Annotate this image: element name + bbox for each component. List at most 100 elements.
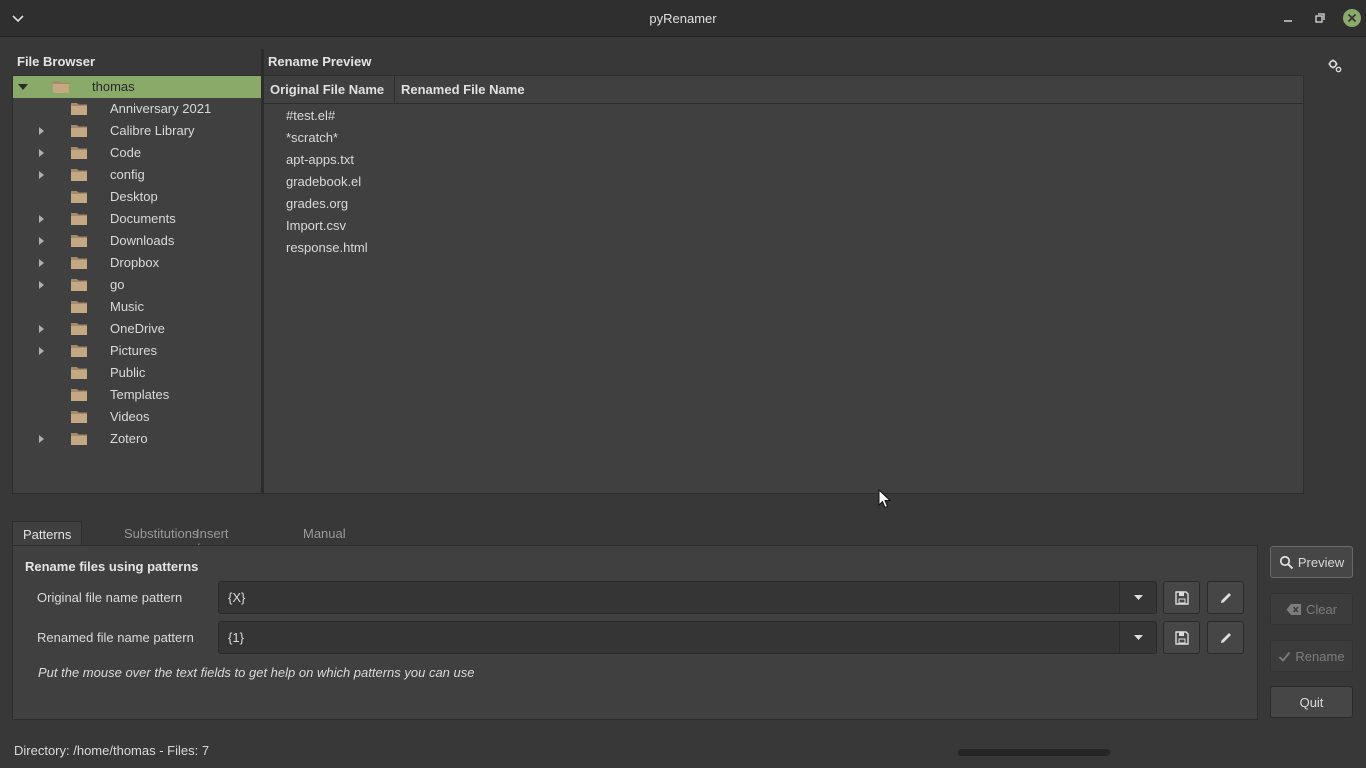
tree-item[interactable]: Zotero [13,428,261,450]
column-header-original[interactable]: Original File Name [264,76,395,104]
folder-icon [71,345,87,357]
rename-preview-heading: Rename Preview [268,54,372,69]
horizontal-scrollbar[interactable] [958,749,1110,756]
tree-item-label: Zotero [110,431,148,446]
caret-down-icon [1134,595,1143,600]
expander-right-icon[interactable] [35,213,47,225]
file-row[interactable]: grades.org [286,196,348,211]
tree-item[interactable]: Videos [13,406,261,428]
renamed-pattern-label: Renamed file name pattern [37,630,194,645]
file-row[interactable]: response.html [286,240,368,255]
tree-item[interactable]: Documents [13,208,261,230]
expander-right-icon[interactable] [35,147,47,159]
folder-icon [71,389,87,401]
rename-button[interactable]: Rename [1270,640,1353,672]
tree-item-label: Pictures [110,343,157,358]
edit-renamed-pattern-button[interactable] [1207,621,1244,654]
folder-icon [71,191,87,203]
folder-icon [71,433,87,445]
original-pattern-input[interactable]: {X} [228,590,245,605]
file-browser-heading: File Browser [17,54,96,69]
check-icon [1279,651,1291,662]
tree-item[interactable]: Music [13,296,261,318]
minimize-icon[interactable] [1279,9,1297,27]
original-pattern-dropdown[interactable] [1119,582,1156,613]
tree-item[interactable]: go [13,274,261,296]
close-icon [1347,13,1357,23]
tree-item-label: OneDrive [110,321,165,336]
renamed-pattern-input[interactable]: {1} [228,630,244,645]
close-button[interactable] [1343,9,1361,27]
save-icon [1175,591,1189,605]
folder-icon [71,103,87,115]
column-header-renamed[interactable]: Renamed File Name [395,76,1303,104]
file-row[interactable]: gradebook.el [286,174,361,189]
restore-icon[interactable] [1311,9,1329,27]
file-row[interactable]: Import.csv [286,218,346,233]
clear-button[interactable]: Clear [1270,593,1353,625]
rename-preview-list[interactable]: Original File Name Renamed File Name #te… [263,75,1304,494]
save-original-pattern-button[interactable] [1163,581,1200,614]
settings-icon[interactable] [1327,58,1343,74]
tree-item-label: Desktop [110,189,158,204]
tree-item[interactable]: thomas [13,76,261,98]
file-row[interactable]: #test.el# [286,108,335,123]
tree-item[interactable]: OneDrive [13,318,261,340]
tree-item[interactable]: Desktop [13,186,261,208]
tree-item[interactable]: Anniversary 2021 [13,98,261,120]
tree-item[interactable]: Downloads [13,230,261,252]
original-pattern-combo[interactable]: {X} [218,581,1157,614]
expander-right-icon[interactable] [35,235,47,247]
expander-right-icon[interactable] [35,433,47,445]
tree-item[interactable]: Public [13,362,261,384]
file-row[interactable]: *scratch* [286,130,338,145]
expander-down-icon[interactable] [17,81,29,93]
tree-item-label: Public [110,365,146,380]
backspace-icon [1286,603,1301,615]
tree-item[interactable]: config [13,164,261,186]
preview-button-label: Preview [1297,554,1345,570]
tree-item-label: go [110,277,125,292]
tree-item-label: Documents [110,211,176,226]
folder-icon [71,411,87,423]
file-browser-tree[interactable]: thomas Anniversary 2021 Calibre Library Cod… [12,75,262,494]
expander-right-icon[interactable] [35,345,47,357]
tree-item[interactable]: Pictures [13,340,261,362]
save-renamed-pattern-button[interactable] [1163,621,1200,654]
pattern-hint: Put the mouse over the text fields to ge… [38,665,475,680]
tree-item-label: config [110,167,145,182]
folder-icon [71,301,87,313]
tab-manual-rename[interactable]: Manual rename [293,521,357,556]
renamed-pattern-combo[interactable]: {1} [218,621,1157,654]
tree-item-label: thomas [92,79,135,94]
quit-button[interactable]: Quit [1270,686,1353,718]
renamed-pattern-dropdown[interactable] [1119,622,1156,653]
save-icon [1175,631,1189,645]
edit-original-pattern-button[interactable] [1207,581,1244,614]
tree-item[interactable]: Templates [13,384,261,406]
rename-button-label: Rename [1295,648,1345,664]
folder-icon [71,257,87,269]
clear-button-label: Clear [1305,601,1338,617]
tree-item-label: Templates [110,387,170,402]
tree-item[interactable]: Code [13,142,261,164]
pencil-icon [1221,633,1231,643]
caret-down-icon [1134,635,1143,640]
expander-right-icon[interactable] [35,323,47,335]
file-row[interactable]: apt-apps.txt [286,152,354,167]
expander-right-icon[interactable] [35,169,47,181]
tree-item-label: Downloads [110,233,175,248]
folder-icon [71,213,87,225]
expander-right-icon[interactable] [35,257,47,269]
quit-button-label: Quit [1299,694,1324,710]
preview-button[interactable]: Preview [1270,546,1353,578]
tab-patterns[interactable]: Patterns [12,521,83,546]
tree-item[interactable]: Dropbox [13,252,261,274]
tree-item[interactable]: Calibre Library [13,120,261,142]
tab-insert-delete[interactable]: Insert / Delete [186,521,244,571]
expander-right-icon[interactable] [35,279,47,291]
window-title: pyRenamer [649,11,717,26]
expander-right-icon[interactable] [35,125,47,137]
folder-icon [53,81,69,93]
folder-icon [71,279,87,291]
